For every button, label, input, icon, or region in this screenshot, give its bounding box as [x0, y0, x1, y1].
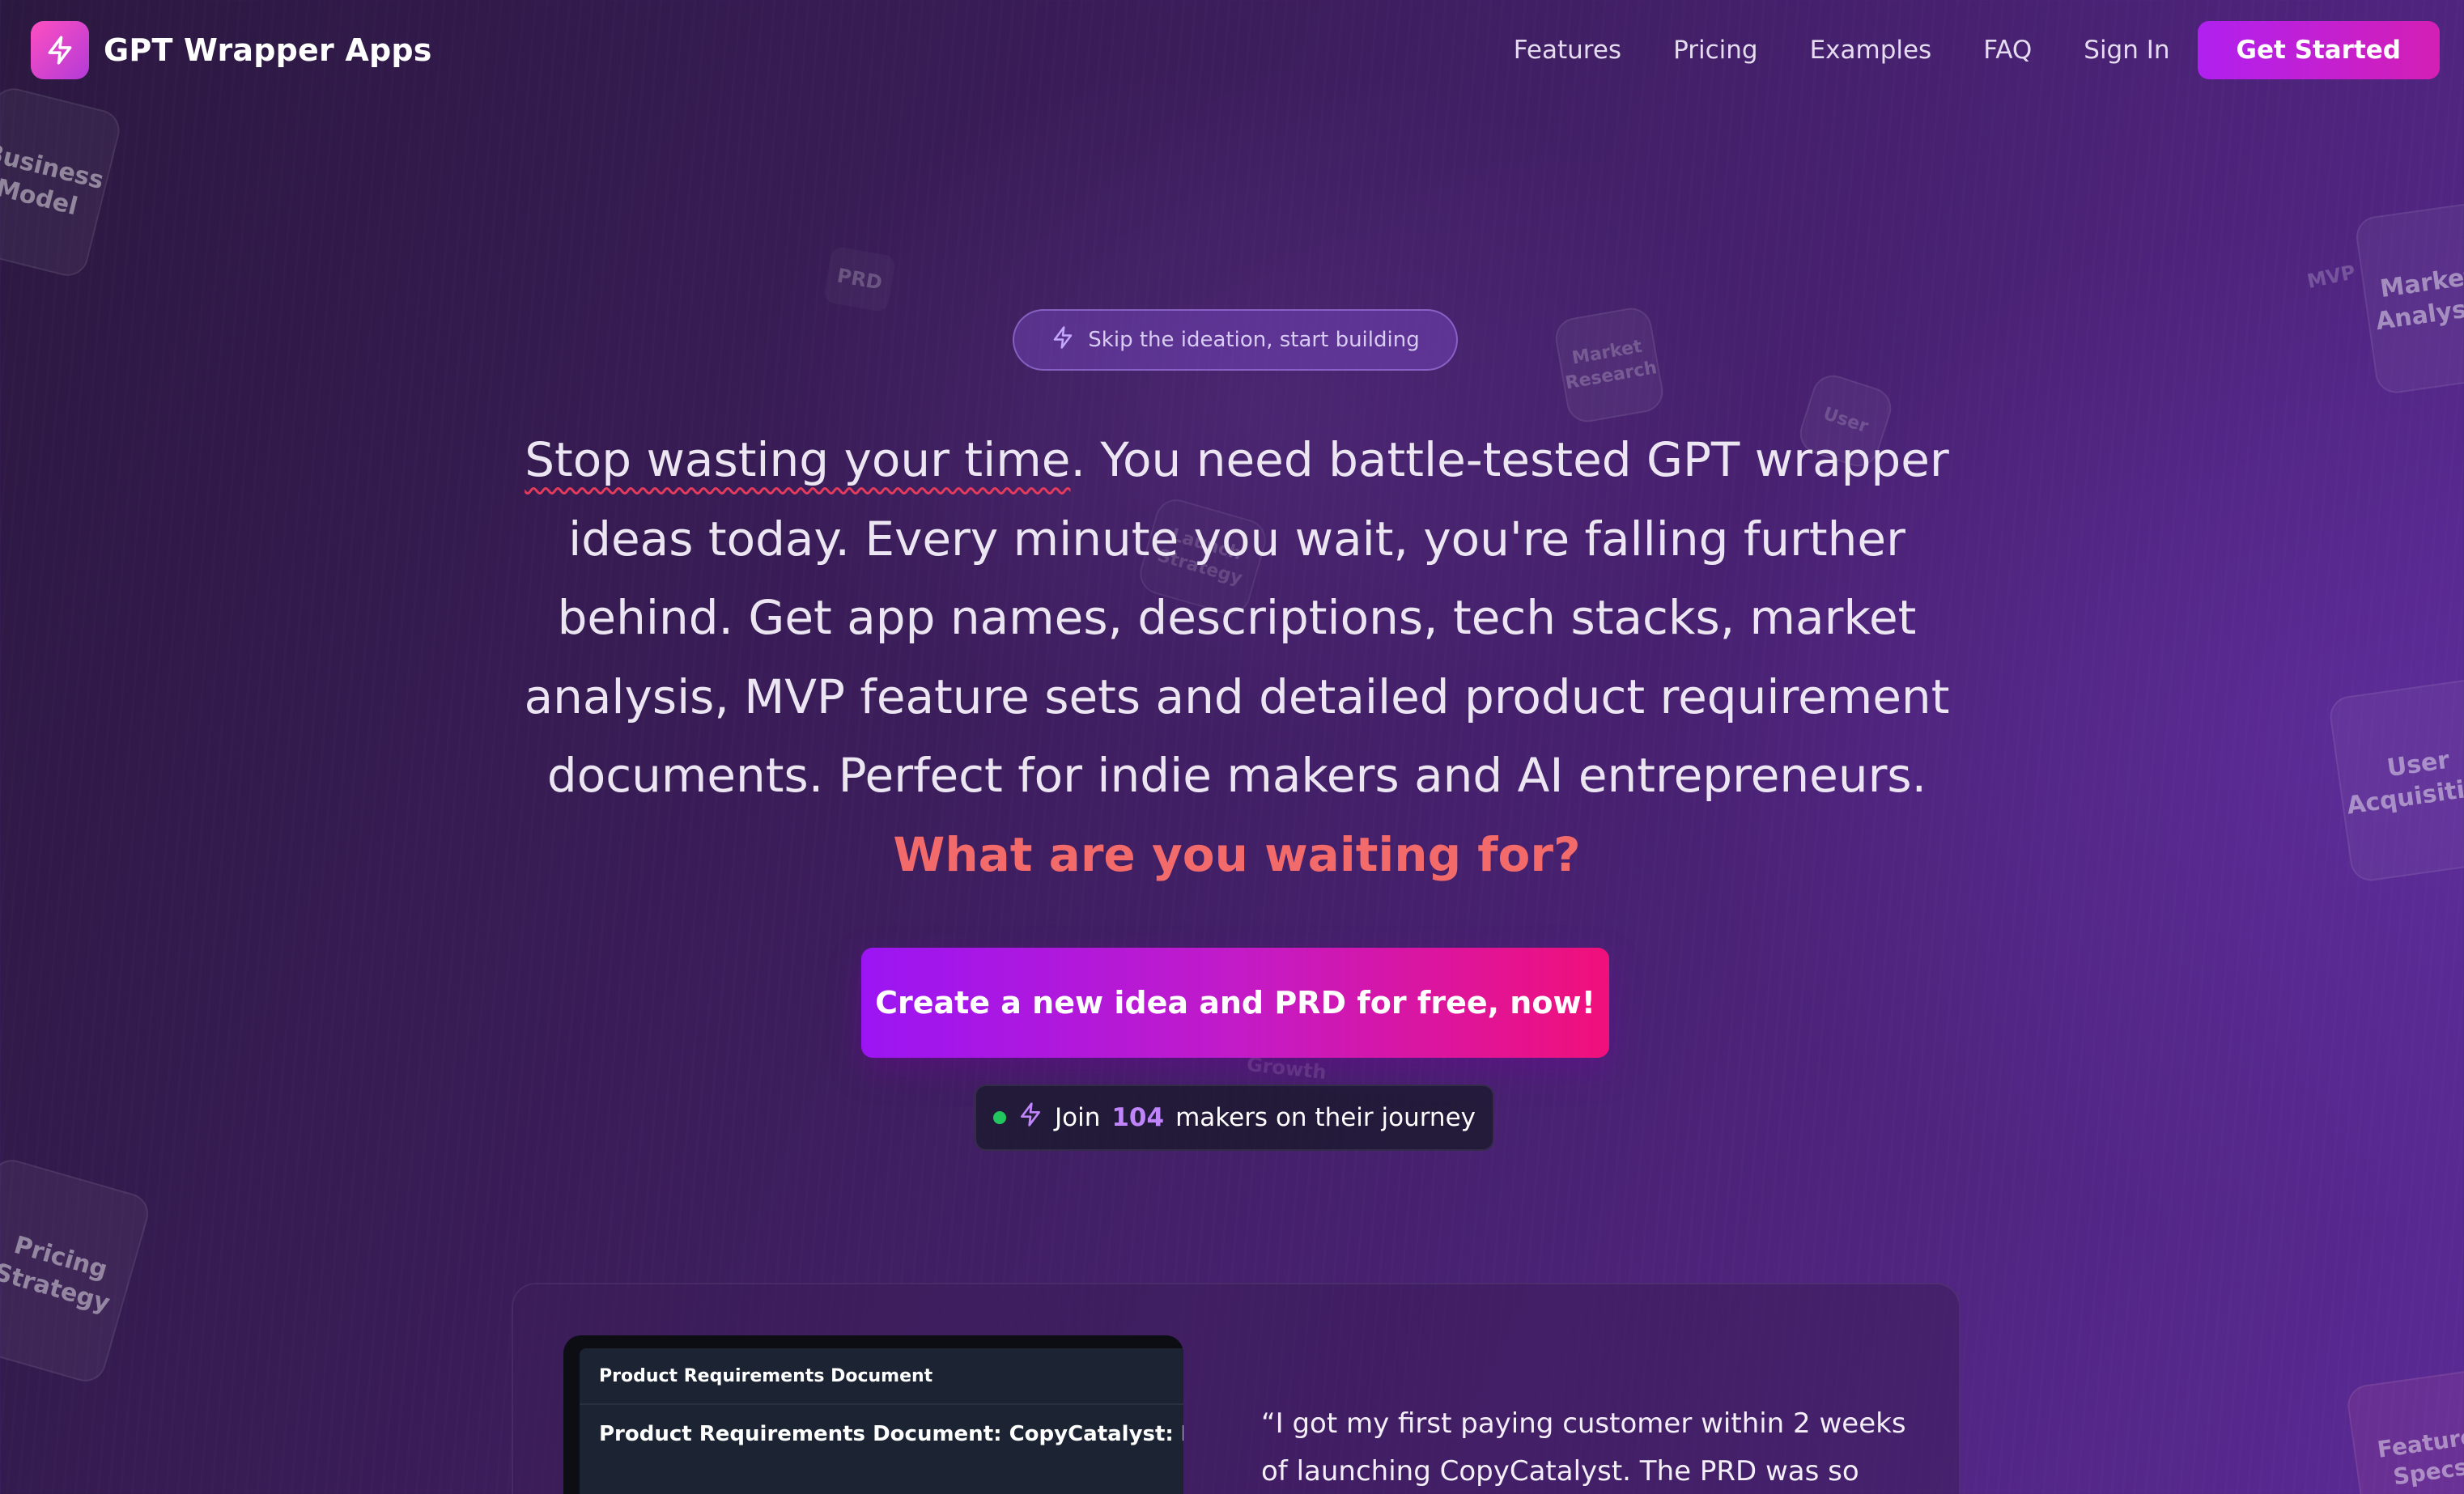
- hero-headline: Stop wasting your time. You need battle-…: [502, 421, 1972, 894]
- nav-link-examples[interactable]: Examples: [1810, 36, 1932, 65]
- create-idea-button[interactable]: Create a new idea and PRD for free, now!: [861, 948, 1609, 1058]
- floating-card-user-acquisition: User Acquisition: [2327, 672, 2464, 884]
- lightning-bolt-icon: [1051, 325, 1075, 355]
- tagline-pill: Skip the ideation, start building: [1013, 309, 1458, 371]
- floating-card-market-analysis: Market Analysis: [2353, 197, 2464, 396]
- testimonial-quote: “I got my first paying customer within 2…: [1261, 1407, 1906, 1488]
- prd-document-title: Product Requirements Document: CopyCatal…: [599, 1422, 1183, 1446]
- main-nav: Features Pricing Examples FAQ Sign In Ge…: [1514, 21, 2440, 79]
- nav-link-sign-in[interactable]: Sign In: [2084, 36, 2169, 65]
- lightning-bolt-icon: [1017, 1101, 1043, 1134]
- lightning-bolt-icon: [31, 21, 89, 79]
- get-started-button[interactable]: Get Started: [2197, 21, 2440, 79]
- join-prefix: Join: [1054, 1103, 1101, 1132]
- headline-body: . You need battle-tested GPT wrapper ide…: [524, 432, 1950, 803]
- brand[interactable]: GPT Wrapper Apps: [31, 21, 432, 79]
- nav-link-pricing[interactable]: Pricing: [1673, 36, 1758, 65]
- headline-accent: What are you waiting for?: [893, 826, 1581, 882]
- nav-link-features[interactable]: Features: [1514, 36, 1621, 65]
- headline-underlined: Stop wasting your time: [525, 432, 1071, 487]
- floating-card-pricing-strategy: Pricing Strategy: [0, 1155, 154, 1386]
- floating-card-feature-specs: Feature Specs: [2345, 1365, 2464, 1494]
- tagline-text: Skip the ideation, start building: [1088, 328, 1420, 352]
- floating-card-business-model: Business Model: [0, 83, 125, 281]
- online-dot-icon: [992, 1111, 1006, 1124]
- site-header: GPT Wrapper Apps Features Pricing Exampl…: [0, 0, 2464, 100]
- join-suffix: makers on their journey: [1175, 1103, 1476, 1132]
- join-badge: Join 104 makers on their journey: [975, 1084, 1494, 1151]
- prd-window-title: Product Requirements Document: [580, 1348, 1183, 1405]
- floating-card-market-research: Market Research: [1552, 304, 1667, 426]
- brand-name: GPT Wrapper Apps: [104, 32, 432, 68]
- prd-preview-content: Product Requirements Document Product Re…: [580, 1348, 1183, 1494]
- floating-tag-prd: PRD: [823, 246, 897, 313]
- nav-link-faq[interactable]: FAQ: [1983, 36, 2032, 65]
- prd-preview-window: Product Requirements Document Product Re…: [563, 1335, 1183, 1494]
- join-count: 104: [1111, 1103, 1165, 1132]
